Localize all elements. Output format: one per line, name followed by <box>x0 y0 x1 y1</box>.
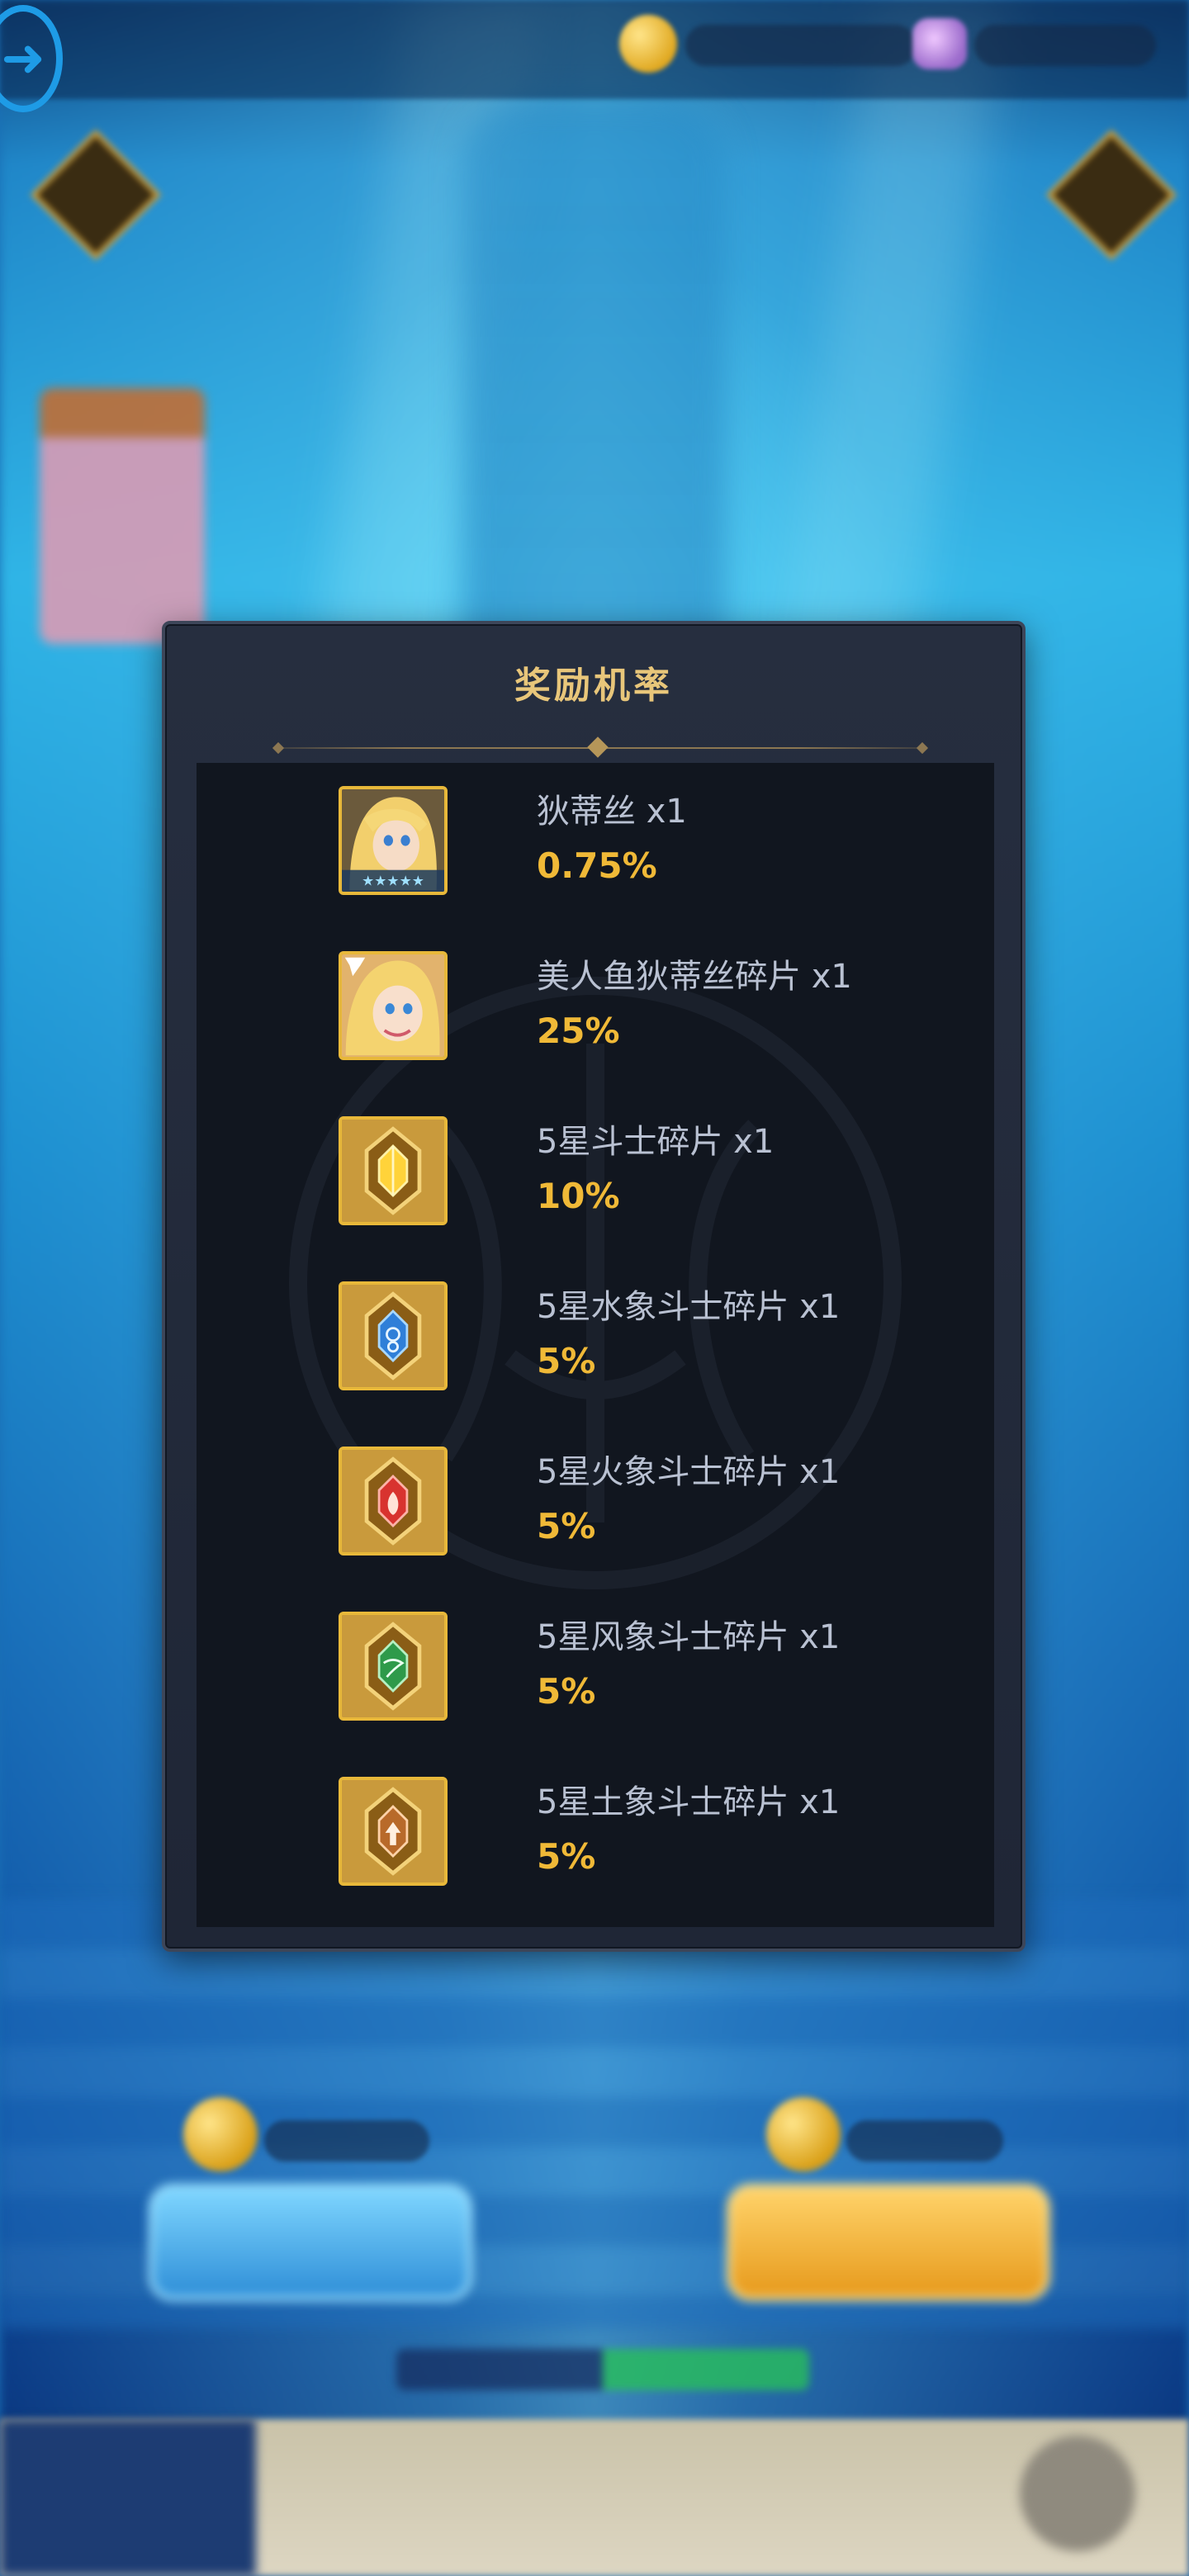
gem-counter <box>974 25 1156 66</box>
reward-rate: 10% <box>537 1176 620 1216</box>
coin-counter <box>685 25 917 66</box>
reward-row: 5星火象斗士碎片 x1 5% <box>197 1423 994 1589</box>
single-summon-cost <box>264 2120 429 2162</box>
ten-summon-cost <box>846 2120 1003 2162</box>
hero-portrait-icon[interactable]: ★★★★★ <box>339 786 448 895</box>
fire-crystal-shard-icon[interactable] <box>339 1447 448 1556</box>
wind-crystal-shard-icon[interactable] <box>339 1612 448 1721</box>
reward-rate: 5% <box>537 1506 596 1546</box>
coin-icon <box>619 15 677 73</box>
reward-row: ★★★★★ 狄蒂丝 x1 0.75% <box>197 763 994 928</box>
reward-name: 5星风象斗士碎片 x1 <box>537 1618 841 1656</box>
reward-list[interactable]: ★★★★★ 狄蒂丝 x1 0.75% 美人鱼狄蒂丝碎片 x1 25% 5星斗士碎… <box>197 763 994 1927</box>
reward-rate: 5% <box>537 1671 596 1712</box>
reward-name: 美人鱼狄蒂丝碎片 x1 <box>537 958 852 996</box>
earth-crystal-shard-icon[interactable] <box>339 1777 448 1886</box>
bottom-nav-tab[interactable] <box>0 2419 256 2576</box>
guarantee-progress <box>396 2349 809 2390</box>
reward-name: 狄蒂丝 x1 <box>537 793 687 831</box>
ten-summon-cost-icon <box>766 2097 841 2171</box>
reward-rate: 5% <box>537 1836 596 1877</box>
summon-once-button[interactable] <box>149 2184 472 2301</box>
reward-rate: 25% <box>537 1011 620 1051</box>
reward-rate: 5% <box>537 1341 596 1381</box>
reward-row: 美人鱼狄蒂丝碎片 x1 25% <box>197 928 994 1093</box>
reward-name: 5星火象斗士碎片 x1 <box>537 1453 841 1491</box>
summon-ten-button[interactable] <box>727 2184 1050 2301</box>
reward-row: 5星水象斗士碎片 x1 5% <box>197 1258 994 1423</box>
reward-row: 5星风象斗士碎片 x1 5% <box>197 1589 994 1754</box>
bottom-nav-avatar-button[interactable] <box>1020 2436 1135 2551</box>
event-banner[interactable] <box>40 388 205 644</box>
reward-rate: 0.75% <box>537 845 657 886</box>
reward-name: 5星水象斗士碎片 x1 <box>537 1288 841 1326</box>
reward-row: 5星土象斗士碎片 x1 5% <box>197 1754 994 1919</box>
reward-row: 5星斗士碎片 x1 10% <box>197 1093 994 1258</box>
reward-name: 5星斗士碎片 x1 <box>537 1123 775 1161</box>
hero-shard-portrait-icon[interactable] <box>339 951 448 1060</box>
title-divider <box>272 736 929 758</box>
gold-crystal-shard-icon[interactable] <box>339 1116 448 1225</box>
reward-rates-modal: 奖励机率 ★★★★★ 狄蒂丝 x1 0.75% 美人鱼狄蒂丝碎片 x1 25% … <box>162 621 1026 1952</box>
water-crystal-shard-icon[interactable] <box>339 1281 448 1390</box>
modal-title: 奖励机率 <box>514 665 673 707</box>
gem-icon <box>912 18 967 69</box>
single-summon-cost-icon <box>183 2097 258 2171</box>
svg-text:★★★★★: ★★★★★ <box>362 872 424 888</box>
reward-name: 5星土象斗士碎片 x1 <box>537 1783 841 1821</box>
